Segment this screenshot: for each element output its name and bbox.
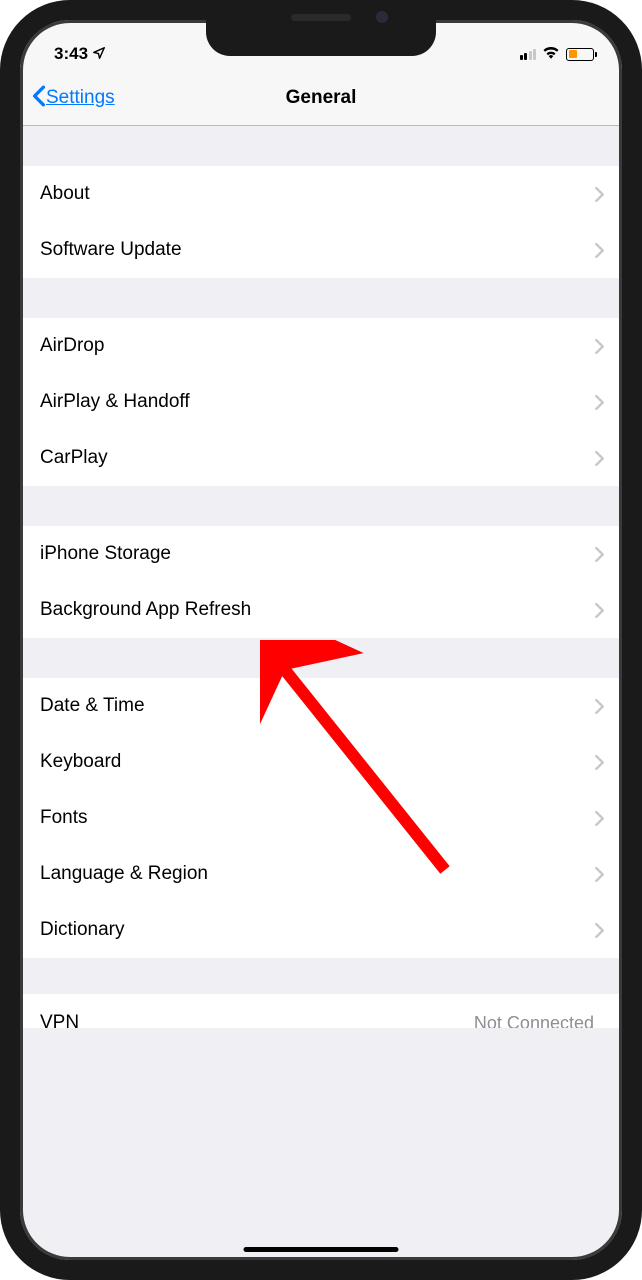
- row-label: Keyboard: [40, 751, 121, 773]
- phone-screen: 3:43: [20, 20, 622, 1260]
- row-keyboard[interactable]: Keyboard: [20, 734, 622, 790]
- row-dictionary[interactable]: Dictionary: [20, 902, 622, 958]
- row-detail: Not Connected: [474, 1013, 594, 1029]
- row-label: AirDrop: [40, 335, 104, 357]
- row-label: VPN: [40, 1012, 79, 1028]
- row-language-region[interactable]: Language & Region: [20, 846, 622, 902]
- phone-speaker: [291, 14, 351, 21]
- location-services-icon: [92, 46, 106, 63]
- settings-group-4: Date & Time Keyboard Fonts Language & Re…: [20, 678, 622, 958]
- row-airdrop[interactable]: AirDrop: [20, 318, 622, 374]
- chevron-right-icon: [595, 603, 604, 618]
- settings-group-2: AirDrop AirPlay & Handoff CarPlay: [20, 318, 622, 486]
- row-software-update[interactable]: Software Update: [20, 222, 622, 278]
- row-label: About: [40, 183, 90, 205]
- row-label: Language & Region: [40, 863, 208, 885]
- wifi-icon: [542, 44, 560, 64]
- chevron-right-icon: [595, 811, 604, 826]
- chevron-right-icon: [595, 923, 604, 938]
- settings-group-5: VPN Not Connected: [20, 994, 622, 1028]
- page-title: General: [286, 87, 357, 109]
- back-button[interactable]: Settings: [32, 83, 115, 113]
- chevron-right-icon: [595, 395, 604, 410]
- chevron-right-icon: [595, 187, 604, 202]
- chevron-left-icon: [32, 83, 46, 113]
- row-label: Software Update: [40, 239, 182, 261]
- chevron-right-icon: [595, 867, 604, 882]
- back-button-label: Settings: [46, 87, 115, 109]
- row-airplay-handoff[interactable]: AirPlay & Handoff: [20, 374, 622, 430]
- row-date-time[interactable]: Date & Time: [20, 678, 622, 734]
- settings-content: About Software Update AirDrop: [20, 126, 622, 1028]
- status-bar: 3:43: [20, 20, 622, 70]
- chevron-right-icon: [595, 699, 604, 714]
- chevron-right-icon: [595, 547, 604, 562]
- row-label: Dictionary: [40, 919, 124, 941]
- chevron-right-icon: [595, 755, 604, 770]
- row-label: AirPlay & Handoff: [40, 391, 190, 413]
- row-fonts[interactable]: Fonts: [20, 790, 622, 846]
- row-carplay[interactable]: CarPlay: [20, 430, 622, 486]
- row-label: Date & Time: [40, 695, 145, 717]
- chevron-right-icon: [595, 243, 604, 258]
- battery-icon: [566, 48, 594, 61]
- row-iphone-storage[interactable]: iPhone Storage: [20, 526, 622, 582]
- row-vpn[interactable]: VPN Not Connected: [20, 994, 622, 1028]
- chevron-right-icon: [595, 451, 604, 466]
- row-label: Background App Refresh: [40, 599, 251, 621]
- row-label: CarPlay: [40, 447, 108, 469]
- status-time: 3:43: [54, 44, 88, 64]
- chevron-right-icon: [595, 339, 604, 354]
- navigation-bar: Settings General: [20, 70, 622, 126]
- settings-group-1: About Software Update: [20, 166, 622, 278]
- cellular-signal-icon: [520, 48, 537, 60]
- settings-group-3: iPhone Storage Background App Refresh: [20, 526, 622, 638]
- home-indicator[interactable]: [244, 1247, 399, 1252]
- phone-front-camera: [376, 11, 388, 23]
- row-label: Fonts: [40, 807, 88, 829]
- row-background-app-refresh[interactable]: Background App Refresh: [20, 582, 622, 638]
- row-about[interactable]: About: [20, 166, 622, 222]
- row-label: iPhone Storage: [40, 543, 171, 565]
